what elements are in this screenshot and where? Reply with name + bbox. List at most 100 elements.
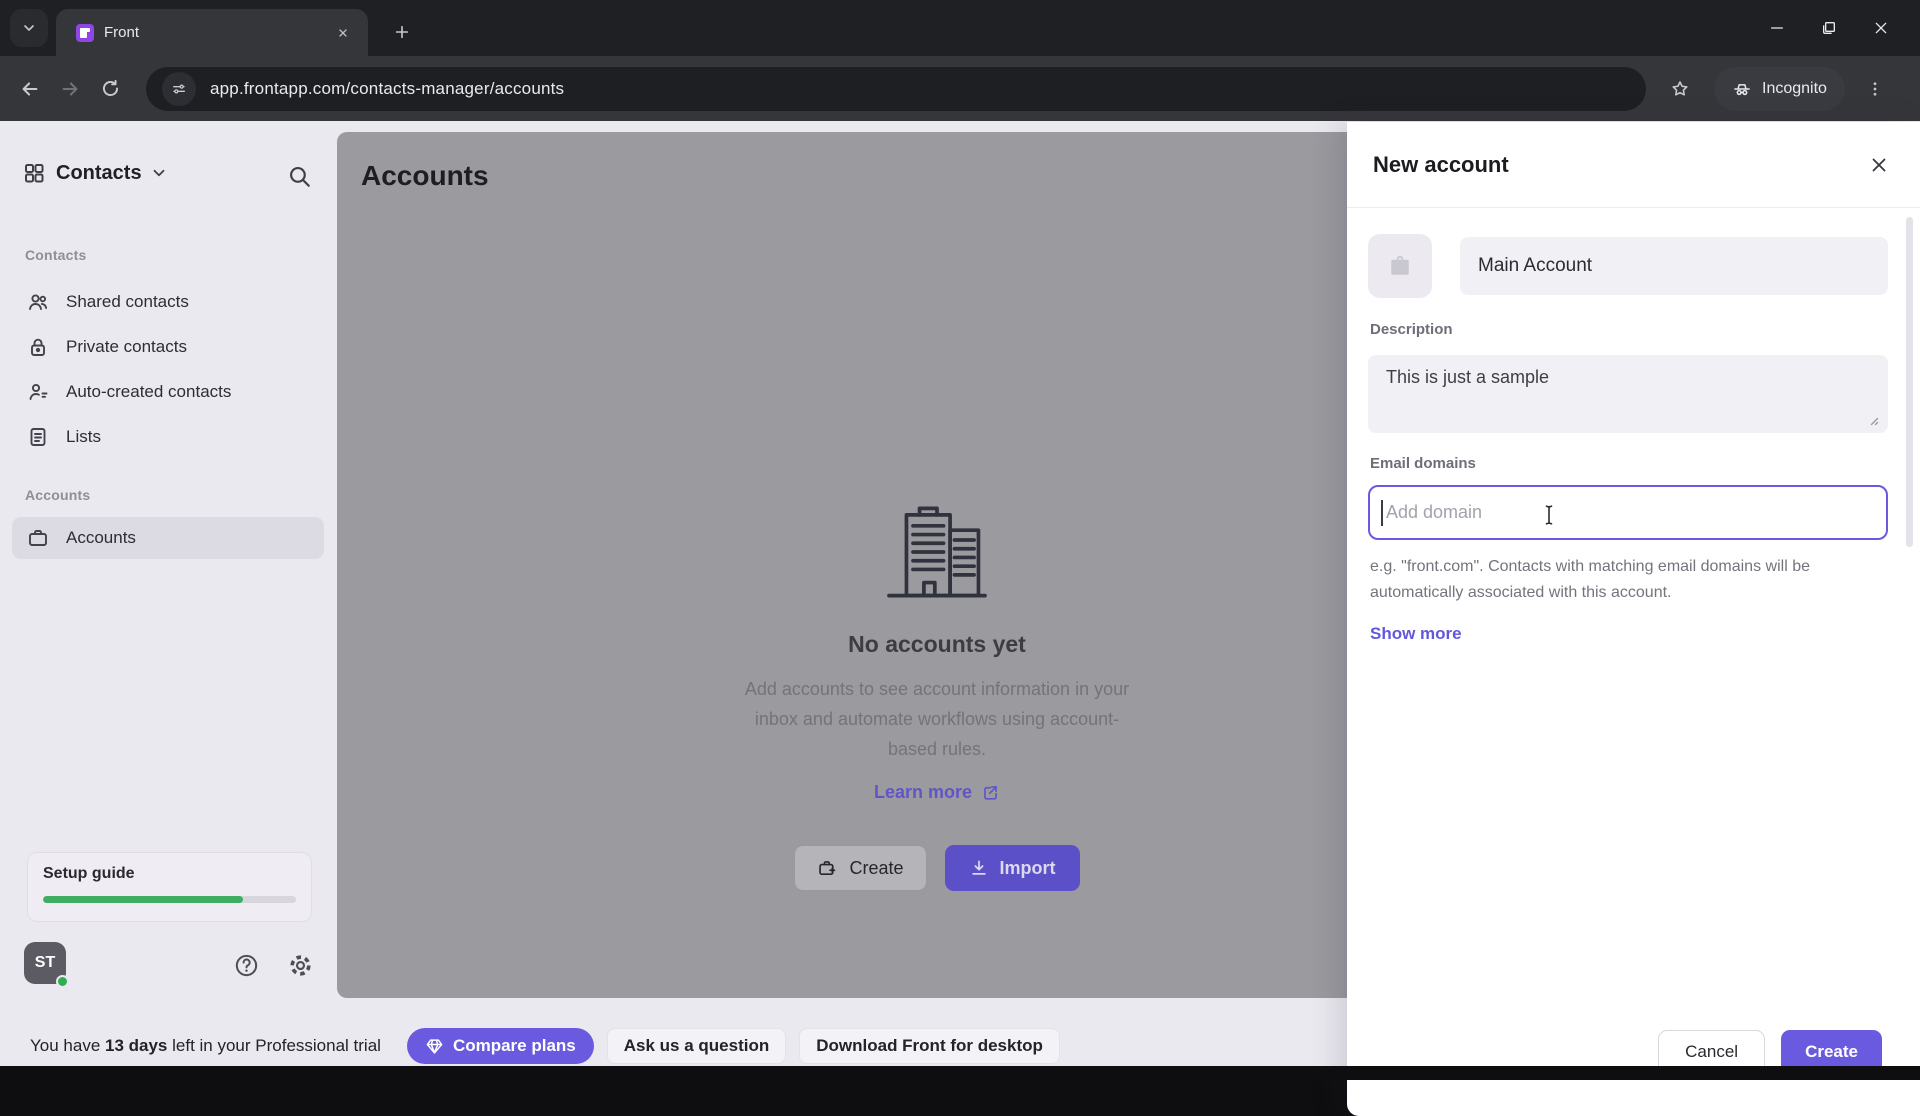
show-more-link[interactable]: Show more — [1370, 624, 1462, 644]
question-circle-icon — [233, 952, 260, 979]
main-content-overlay: Accounts No accounts yet Add accounts to… — [337, 132, 1347, 998]
briefcase-icon — [26, 526, 50, 550]
email-domains-label: Email domains — [1370, 455, 1476, 472]
panel-close-button[interactable] — [1864, 150, 1894, 180]
workspace-switcher[interactable]: Contacts — [22, 161, 168, 185]
import-button-label: Import — [1000, 858, 1056, 879]
learn-more-link[interactable]: Learn more — [874, 782, 1000, 803]
setup-guide-card[interactable]: Setup guide — [27, 852, 312, 922]
sidebar-item-label: Private contacts — [66, 337, 187, 357]
panel-scrollbar[interactable] — [1906, 217, 1913, 547]
trial-suffix: left in your Professional trial — [167, 1036, 381, 1055]
trial-bar: You have 13 days left in your Profession… — [0, 1026, 1920, 1066]
workspace-label: Contacts — [56, 162, 142, 185]
empty-state: No accounts yet Add accounts to see acco… — [737, 504, 1137, 891]
create-button-label: Create — [849, 858, 903, 879]
learn-more-label: Learn more — [874, 782, 972, 803]
gem-icon — [425, 1037, 444, 1056]
browser-menu-button[interactable] — [1855, 69, 1895, 109]
gear-icon — [287, 952, 314, 979]
trial-prefix: You have — [30, 1036, 105, 1055]
setup-progress-track — [43, 896, 296, 903]
avatar-initials: ST — [35, 954, 55, 972]
url-text: app.frontapp.com/contacts-manager/accoun… — [210, 79, 564, 99]
plus-icon — [394, 24, 410, 40]
sidebar-item-private-contacts[interactable]: Private contacts — [12, 326, 324, 368]
forward-button[interactable] — [50, 69, 90, 109]
close-icon — [1868, 154, 1890, 176]
description-textarea[interactable]: This is just a sample — [1368, 355, 1888, 433]
resize-handle-icon[interactable] — [1867, 414, 1879, 426]
browser-tab-strip: Front — [0, 0, 1920, 56]
site-settings-icon[interactable] — [162, 72, 196, 106]
bookmark-star-icon[interactable] — [1660, 69, 1700, 109]
reload-icon — [100, 78, 121, 99]
arrow-right-icon — [59, 78, 81, 100]
setup-progress-fill — [43, 896, 243, 903]
window-minimize-button[interactable] — [1764, 15, 1790, 41]
ibeam-cursor — [1541, 503, 1557, 527]
front-favicon-icon — [76, 24, 94, 42]
sidebar-item-shared-contacts[interactable]: Shared contacts — [12, 281, 324, 323]
import-accounts-button[interactable]: Import — [945, 845, 1080, 891]
sidebar-item-auto-created-contacts[interactable]: Auto-created contacts — [12, 371, 324, 413]
browser-tab[interactable]: Front — [56, 9, 368, 56]
download-icon — [969, 858, 989, 878]
url-bar[interactable]: app.frontapp.com/contacts-manager/accoun… — [146, 67, 1646, 111]
window-restore-button[interactable] — [1816, 15, 1842, 41]
setup-guide-label: Setup guide — [43, 865, 296, 883]
person-auto-icon — [26, 380, 50, 404]
chevron-down-icon — [150, 164, 168, 182]
buildings-icon — [882, 504, 992, 600]
lock-icon — [26, 335, 50, 359]
help-button[interactable] — [232, 951, 260, 979]
list-icon — [26, 425, 50, 449]
compare-plans-label: Compare plans — [453, 1036, 576, 1056]
browser-toolbar: app.frontapp.com/contacts-manager/accoun… — [0, 56, 1920, 121]
external-link-icon — [981, 783, 1000, 802]
incognito-icon — [1732, 79, 1752, 99]
search-button[interactable] — [284, 161, 314, 191]
online-status-dot — [56, 975, 69, 988]
empty-state-title: No accounts yet — [737, 631, 1137, 658]
accounts-section-label: Accounts — [25, 487, 90, 503]
panel-header: New account — [1347, 122, 1920, 208]
reload-button[interactable] — [90, 69, 130, 109]
tab-title: Front — [104, 24, 332, 41]
app-background: Contacts Contacts Shared contacts Privat… — [0, 121, 1920, 1080]
domain-help-text: e.g. "front.com". Contacts with matching… — [1370, 554, 1875, 606]
window-controls — [1738, 0, 1920, 56]
kebab-menu-icon — [1866, 80, 1884, 98]
incognito-badge: Incognito — [1714, 67, 1845, 111]
contacts-section-label: Contacts — [25, 247, 87, 263]
create-account-button[interactable]: Create — [794, 845, 926, 891]
sidebar-item-label: Shared contacts — [66, 292, 189, 312]
sidebar-item-lists[interactable]: Lists — [12, 416, 324, 458]
panel-title: New account — [1373, 152, 1864, 178]
window-close-button[interactable] — [1868, 15, 1894, 41]
back-button[interactable] — [10, 69, 50, 109]
sidebar-item-accounts[interactable]: Accounts — [12, 517, 324, 559]
page-title: Accounts — [361, 160, 489, 192]
tab-close-icon[interactable] — [332, 22, 354, 44]
download-desktop-button[interactable]: Download Front for desktop — [799, 1028, 1060, 1064]
chevron-down-icon — [21, 20, 37, 36]
briefcase-icon — [1385, 251, 1415, 281]
settings-button[interactable] — [286, 951, 314, 979]
tab-search-button[interactable] — [10, 9, 48, 47]
ask-question-button[interactable]: Ask us a question — [607, 1028, 786, 1064]
incognito-label: Incognito — [1762, 80, 1827, 98]
description-label: Description — [1370, 321, 1453, 338]
text-caret — [1381, 500, 1383, 526]
grid-icon — [22, 161, 46, 185]
sidebar-item-label: Auto-created contacts — [66, 382, 231, 402]
compare-plans-button[interactable]: Compare plans — [407, 1028, 594, 1064]
people-icon — [26, 290, 50, 314]
search-icon — [286, 163, 312, 189]
briefcase-plus-icon — [817, 858, 838, 879]
account-name-input[interactable] — [1460, 237, 1888, 295]
add-domain-input[interactable] — [1368, 485, 1888, 540]
arrow-left-icon — [19, 78, 41, 100]
new-tab-button[interactable] — [386, 16, 418, 48]
account-avatar-placeholder[interactable] — [1368, 234, 1432, 298]
